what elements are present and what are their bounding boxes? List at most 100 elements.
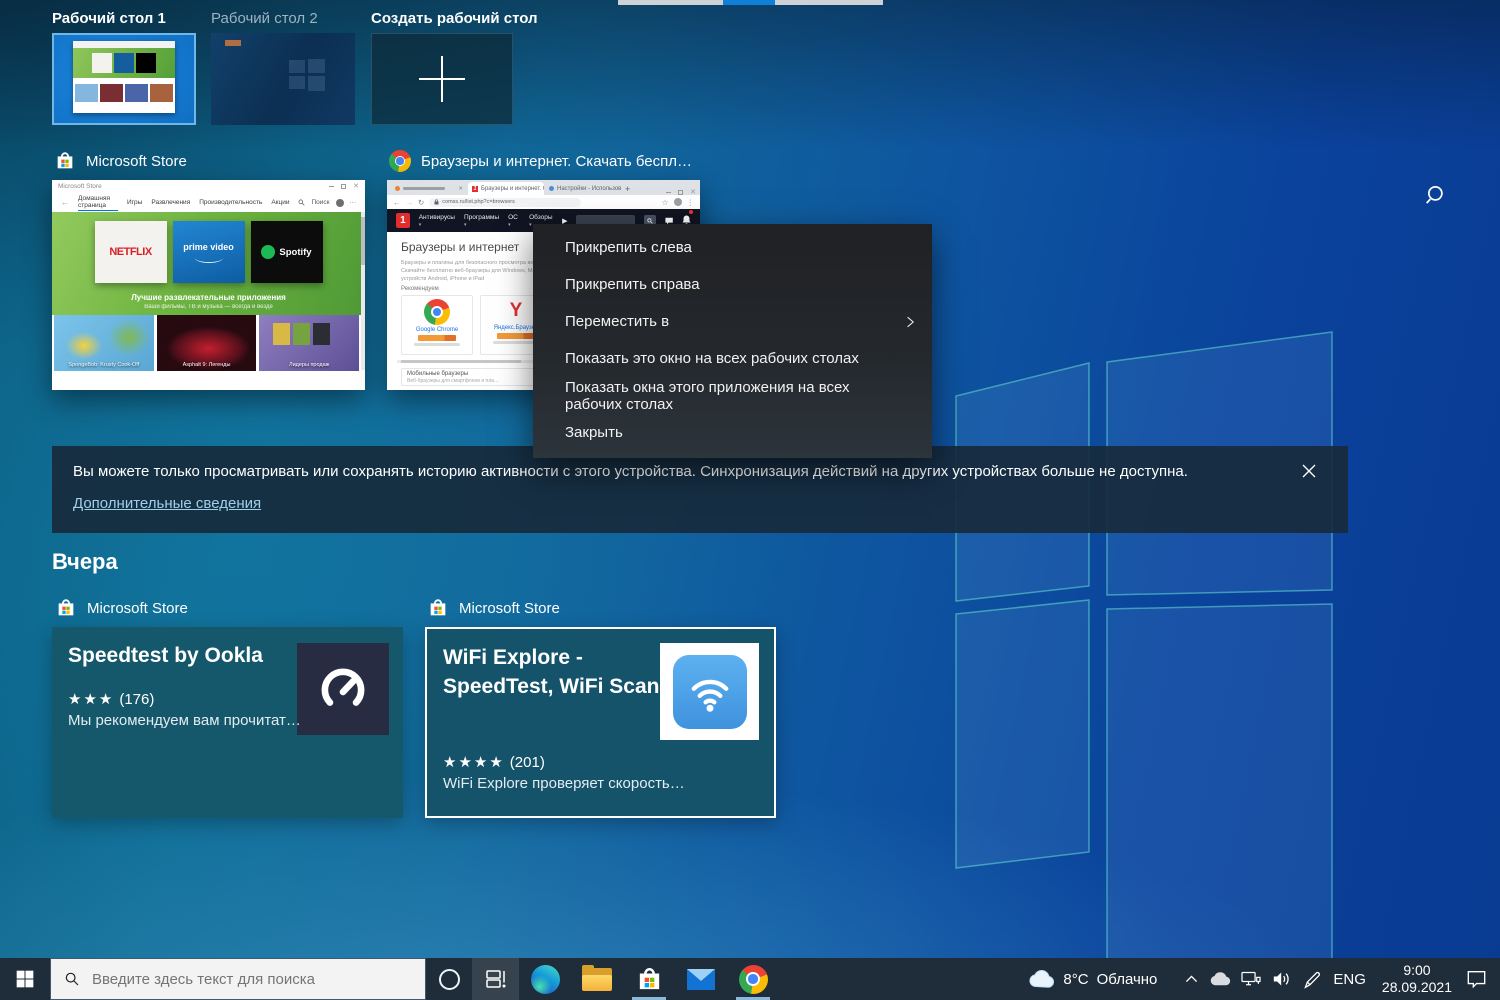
store-tab-productivity: Производительность [199,199,263,206]
bookmark-star-icon: ☆ [661,197,669,207]
card-app-name: Microsoft Store [459,599,560,617]
taskbar-file-explorer-button[interactable] [571,958,623,1000]
search-icon [299,199,306,206]
avatar [335,198,344,207]
asphalt-caption: Asphalt 9: Легенды [182,362,231,368]
volume-icon[interactable] [1271,970,1293,988]
start-button[interactable] [0,958,50,1000]
text-placeholder [414,343,460,346]
activity-history-banner: Вы можете только просматривать или сохра… [52,446,1348,533]
desktop-2-label: Рабочий стол 2 [211,10,318,27]
card-name: Яндекс.Браузер [493,325,539,331]
timeline-section-title: Вчера [52,549,118,574]
store-nav-right: Поиск ··· [298,198,356,207]
minimize-icon [329,186,335,187]
network-icon[interactable] [1240,970,1262,988]
desktop-1-thumbnail[interactable] [52,33,196,125]
banner-close-button[interactable] [1300,462,1318,480]
menu-item-show-window-all-desktops[interactable]: Показать это окно на всех рабочих столах [533,340,932,377]
url-field: comss.ru/list.php?c=browsers [429,197,582,207]
store-search-label: Поиск [311,199,330,206]
onedrive-icon[interactable] [1209,972,1231,986]
card-rating: ★★★ (176) [68,691,155,708]
store-tab-games: Игры [126,199,143,206]
weather-cloud-icon [1029,970,1055,988]
menu-item-close[interactable]: Закрыть [533,414,932,451]
chrome-icon [389,150,411,172]
menu-programs: Программы [464,214,499,228]
edge-icon [530,964,560,994]
back-arrow-icon: ← [393,197,401,207]
desktop-2-window-fragment [225,40,241,46]
store-tab-home: Домашняя страница [78,195,118,211]
taskbar-store-button[interactable] [623,958,675,1000]
weather-condition: Облачно [1096,970,1158,988]
search-input[interactable] [92,970,392,988]
chrome-address-bar: ← → ↻ comss.ru/list.php?c=browsers ☆ ⋮ [387,195,700,209]
search-icon [1426,186,1443,204]
desktop-2-thumbnail[interactable] [211,33,355,125]
bell-icon [682,215,691,224]
top-sellers-tile: Лидеры продаж [259,315,360,371]
close-icon: ✕ [353,183,359,190]
taskbar-search-box[interactable] [50,958,426,1000]
store-hero-subcaption: Ваши фильмы, ТВ и музыка — всегда и везд… [144,304,273,310]
rating-badge [418,335,456,341]
recommend-label: Рекомендуем [401,286,439,292]
timeline-search-button[interactable] [1424,182,1452,210]
store-bag-icon [430,599,446,616]
chrome-tab-strip: ✕ 1 Браузеры и интернет. Скачать… Настро… [387,180,700,196]
weather-widget[interactable]: 8°C Облачно [1028,970,1157,988]
url-text: comss.ru/list.php?c=browsers [442,199,515,205]
task-view-button[interactable] [472,958,519,1000]
taskbar-chrome-button[interactable] [727,958,779,1000]
banner-learn-more-link[interactable]: Дополнительные сведения [73,495,261,512]
store-hero-caption: Лучшие развлекательные приложения [131,293,286,302]
menu-item-snap-left[interactable]: Прикрепить слева [533,229,932,266]
taskbar-mail-button[interactable] [675,958,727,1000]
forward-arrow-icon: → [405,197,414,207]
action-center-icon[interactable] [1465,969,1488,989]
speedtest-card-header: Microsoft Store [55,597,188,619]
cortana-button[interactable] [426,958,472,1000]
task-view-icon [485,970,505,988]
menu-item-snap-right[interactable]: Прикрепить справа [533,266,932,303]
chevron-right-icon [907,316,915,327]
close-icon [1302,464,1316,478]
language-indicator[interactable]: ENG [1330,971,1369,988]
menu-item-move-to[interactable]: Переместить в [533,303,932,340]
task-view-screen: Рабочий стол 1 Рабочий стол 2 Создать ра… [0,0,1500,1000]
store-hero-banner: NETFLIX prime video Spotify Лучшие развл… [52,212,365,315]
link-box: Мобильные браузеры Веб-браузеры для смарт… [401,368,537,386]
netflix-tile: NETFLIX [94,221,167,283]
chrome-card: Google Chrome [401,295,473,355]
store-window-header[interactable]: Microsoft Store [54,150,187,172]
pen-icon[interactable] [1302,970,1321,989]
speedtest-timeline-card[interactable]: Speedtest by Ookla ★★★ (176) Мы рекоменду… [52,627,403,818]
taskbar-edge-button[interactable] [519,958,571,1000]
chrome-window-header[interactable]: Браузеры и интернет. Скачать беспл… [389,150,692,172]
site-favicon: 1 [472,185,478,192]
desktop-2-wallpaper-logo [289,59,325,91]
timeline-top-scrollbar[interactable] [618,0,883,5]
clock[interactable]: 9:00 28.09.2021 [1378,962,1456,996]
new-desktop-button[interactable] [371,33,513,125]
menu-antivirus: Антивирусы [419,214,455,228]
wifi-explore-timeline-card[interactable]: WiFi Explore - SpeedTest, WiFi Scan ★★★★… [425,627,776,818]
top-sellers-caption: Лидеры продаж [288,362,330,368]
menu-item-show-app-windows-all-desktops[interactable]: Показать окна этого приложения на всех р… [533,377,932,414]
store-window-thumbnail[interactable]: Microsoft Store ✕ ← Домашняя страница Иг… [52,180,365,390]
minimize-icon [666,192,672,193]
card-rating: ★★★★ (201) [443,754,545,771]
card-title: WiFi Explore - SpeedTest, WiFi Scan [443,646,660,698]
chevron-up-icon[interactable] [1183,972,1200,986]
lock-icon [434,199,439,205]
menu-item-label: Переместить в [565,313,670,330]
profile-avatar [673,198,682,206]
address-bar-right: ☆ ⋮ [662,198,694,207]
plus-icon [419,56,465,102]
close-icon: ✕ [458,185,463,192]
wifi-card-header: Microsoft Store [427,597,560,619]
timeline-top-scrollbar-thumb[interactable] [723,0,775,5]
store-nav-bar: ← Домашняя страница Игры Развлечения Про… [52,193,365,212]
